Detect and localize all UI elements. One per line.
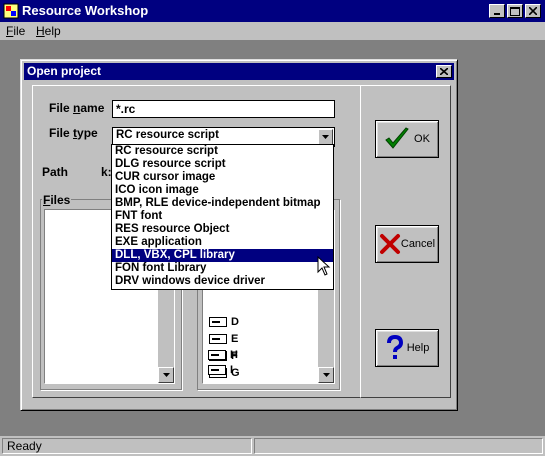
maximize-button[interactable] xyxy=(507,4,523,18)
minimize-button[interactable] xyxy=(489,4,505,18)
drive-label: I xyxy=(230,364,234,376)
drive-label: H xyxy=(230,349,238,361)
menu-help[interactable]: Help xyxy=(36,24,61,38)
drives-scroll-down-button[interactable] xyxy=(318,367,334,383)
close-icon xyxy=(529,7,537,15)
menu-file-label: ile xyxy=(13,24,26,38)
menu-file[interactable]: File xyxy=(6,24,25,38)
file-type-option[interactable]: DRV windows device driver xyxy=(112,275,333,288)
file-name-input[interactable]: *.rc xyxy=(112,100,335,118)
file-type-option[interactable]: BMP, RLE device-independent bitmap xyxy=(112,197,333,210)
ok-button-label: OK xyxy=(414,133,430,145)
drive-label: D xyxy=(231,316,239,328)
drive-item-d[interactable]: D xyxy=(209,314,239,330)
drive-label: E xyxy=(231,333,239,345)
files-scroll-down-button[interactable] xyxy=(158,367,174,383)
status-bar: Ready xyxy=(0,436,545,456)
help-button-label: Help xyxy=(406,342,430,354)
app-title-bar[interactable]: Resource Workshop xyxy=(0,0,545,22)
cancel-button-label: Cancel xyxy=(400,238,436,250)
dialog-button-panel: OK Cancel Help xyxy=(360,85,451,398)
file-type-dropdown-list[interactable]: RC resource script DLG resource script C… xyxy=(111,144,334,290)
arrow-down-icon xyxy=(322,373,330,377)
cancel-button[interactable]: Cancel xyxy=(375,225,439,263)
menu-bar: File Help xyxy=(0,22,545,40)
drive-icon xyxy=(209,317,227,327)
file-type-option[interactable]: RC resource script xyxy=(112,145,333,158)
files-label-rest: iles xyxy=(50,193,71,207)
path-label: Path xyxy=(42,165,69,179)
file-type-label-post: ype xyxy=(77,126,98,140)
drive-icon xyxy=(208,365,226,375)
dialog-title: Open project xyxy=(27,64,102,78)
file-type-option[interactable]: DLG resource script xyxy=(112,158,333,171)
file-type-dropdown-button[interactable] xyxy=(318,129,333,145)
file-name-label: File name xyxy=(49,101,104,115)
checkmark-icon xyxy=(385,127,409,149)
status-pane-2 xyxy=(254,438,543,454)
app-title: Resource Workshop xyxy=(22,3,149,18)
help-button[interactable]: Help xyxy=(375,329,439,367)
file-type-option-highlighted[interactable]: DLL, VBX, CPL library xyxy=(112,249,333,262)
dialog-close-button[interactable] xyxy=(436,65,452,78)
dialog-title-bar[interactable]: Open project xyxy=(24,63,454,80)
menu-help-accel: H xyxy=(36,24,45,38)
drive-item-e[interactable]: E xyxy=(209,331,238,347)
arrow-down-icon xyxy=(162,373,170,377)
file-type-selected: RC resource script xyxy=(116,129,219,141)
close-button[interactable] xyxy=(525,4,541,18)
status-text: Ready xyxy=(2,438,252,454)
file-type-option[interactable]: FNT font xyxy=(112,210,333,223)
chevron-down-icon xyxy=(322,135,329,139)
file-name-label-post: ame xyxy=(80,101,105,115)
file-type-option[interactable]: FON font Library xyxy=(112,262,333,275)
mouse-pointer-icon xyxy=(317,256,331,276)
close-icon xyxy=(440,68,448,75)
drive-icon xyxy=(209,334,227,344)
file-type-option[interactable]: ICO icon image xyxy=(112,184,333,197)
file-type-option[interactable]: RES resource Object xyxy=(112,223,333,236)
file-type-label: File type xyxy=(49,126,98,140)
drive-item-h[interactable]: H xyxy=(208,347,318,363)
ok-button[interactable]: OK xyxy=(375,120,439,158)
file-type-label-pre: File xyxy=(49,126,74,140)
drive-item-i[interactable]: I xyxy=(208,363,318,377)
file-name-label-pre: File xyxy=(49,101,74,115)
x-mark-icon xyxy=(379,234,400,254)
maximize-icon xyxy=(510,6,520,16)
app-icon[interactable] xyxy=(3,3,19,19)
drive-icon xyxy=(208,350,226,360)
question-mark-icon xyxy=(386,335,403,359)
files-label: Files xyxy=(42,193,72,207)
file-type-option[interactable]: EXE application xyxy=(112,236,333,249)
menu-help-label: elp xyxy=(44,24,61,38)
file-type-option[interactable]: CUR cursor image xyxy=(112,171,333,184)
minimize-icon xyxy=(494,13,500,15)
